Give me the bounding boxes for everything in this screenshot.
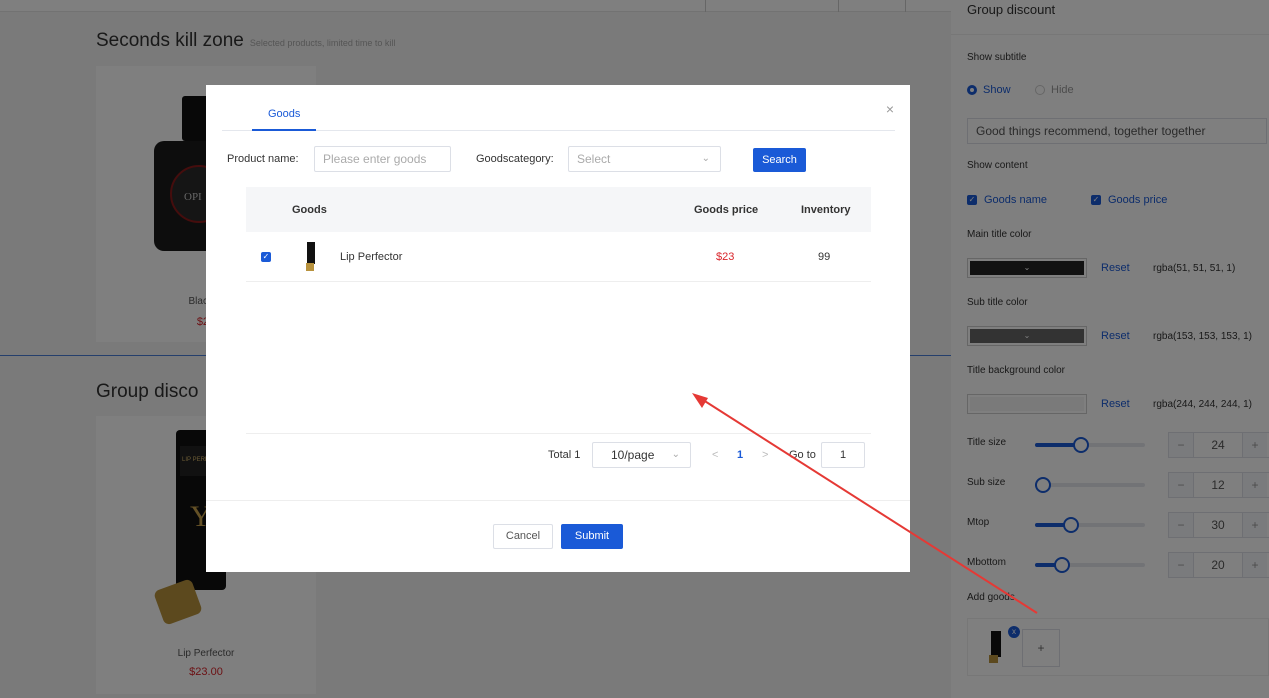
pagination-total: Total 1: [548, 449, 581, 461]
goods-inventory: 99: [818, 251, 831, 263]
goods-name: Lip Perfector: [340, 251, 403, 263]
tab-goods[interactable]: Goods: [268, 108, 300, 120]
column-header-price: Goods price: [694, 204, 759, 216]
goto-label: Go to: [789, 449, 816, 461]
goods-table: Goods Goods price Inventory ✓ Lip Perfect…: [246, 187, 871, 282]
product-name-input[interactable]: Please enter goods: [314, 146, 451, 172]
goods-price: $23: [716, 251, 735, 263]
category-label: Goodscategory:: [476, 153, 554, 165]
dialog-footer-divider: [206, 500, 910, 501]
table-row[interactable]: ✓ Lip Perfector $23 99: [246, 232, 871, 282]
column-header-goods: Goods: [292, 204, 327, 216]
active-tab-indicator: [252, 129, 316, 131]
next-page-button[interactable]: >: [762, 449, 768, 461]
product-name-label: Product name:: [227, 153, 299, 165]
column-header-inventory: Inventory: [801, 204, 851, 216]
dialog-tabs: Goods: [222, 100, 895, 131]
goods-thumbnail: [306, 242, 315, 271]
row-checkbox[interactable]: ✓: [261, 252, 271, 262]
search-button[interactable]: Search: [753, 148, 806, 172]
goods-select-dialog: × Goods Product name: Please enter goods…: [206, 85, 910, 572]
submit-button[interactable]: Submit: [561, 524, 623, 549]
table-header: Goods Goods price Inventory: [246, 187, 871, 232]
current-page[interactable]: 1: [737, 449, 743, 461]
cancel-button[interactable]: Cancel: [493, 524, 553, 549]
chevron-down-icon: ⌄: [701, 153, 710, 164]
chevron-down-icon: ⌄: [671, 449, 680, 460]
category-select[interactable]: Select ⌄: [568, 146, 721, 172]
prev-page-button[interactable]: <: [712, 449, 718, 461]
goto-page-input[interactable]: 1: [821, 442, 865, 468]
page-size-select[interactable]: 10/page ⌄: [592, 442, 691, 468]
table-bottom-border: [246, 433, 871, 434]
